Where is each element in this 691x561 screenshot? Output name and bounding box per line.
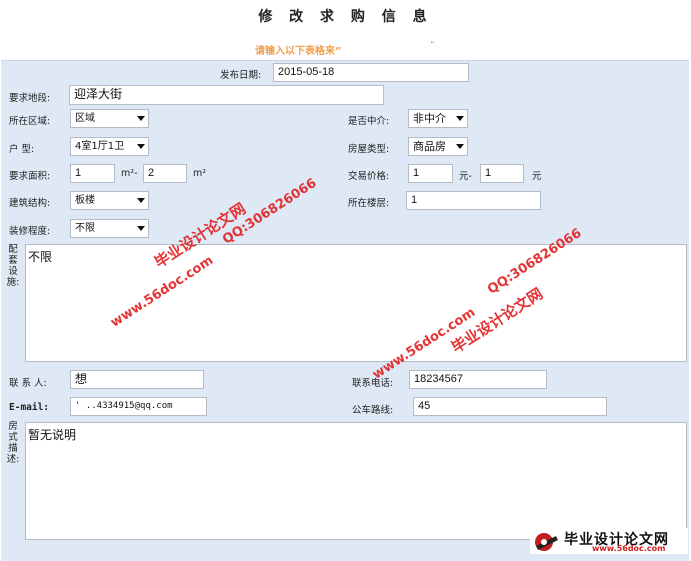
structure-select[interactable]: 板楼 (70, 191, 149, 210)
region-select-value: 区域 (75, 113, 95, 124)
size-unit: m² (193, 168, 207, 179)
contact-input[interactable]: 想 (70, 370, 204, 389)
layout-select-value: 4室1厅1卫 (75, 141, 125, 152)
bus-input[interactable]: 45 (413, 397, 607, 416)
contact-label: 联 系 人: (9, 378, 47, 389)
agency-select[interactable]: 非中介 (408, 109, 468, 128)
chevron-down-icon (456, 116, 464, 121)
chevron-down-icon (137, 116, 145, 121)
size-min-input[interactable]: 1 (70, 164, 115, 183)
logo-icon (535, 533, 558, 551)
bus-label: 公车路线: (352, 405, 394, 416)
layout-select[interactable]: 4室1厅1卫 (70, 137, 149, 156)
area-section-input[interactable]: 迎泽大街 (69, 85, 384, 105)
house-type-label: 房屋类型: (348, 144, 390, 155)
price-max-input[interactable]: 1 (480, 164, 524, 183)
floor-label: 所在楼层: (348, 198, 390, 209)
logo-url: www.56doc.com (592, 544, 666, 553)
description-label: 房式描述: (6, 421, 20, 465)
page-title: 修 改 求 购 信 息 (258, 9, 433, 25)
chevron-down-icon (137, 226, 145, 231)
house-type-select[interactable]: 商品房 (408, 137, 468, 156)
phone-input[interactable]: 18234567 (409, 370, 547, 389)
floor-input[interactable]: 1 (406, 191, 541, 210)
size-label: 要求面积: (9, 171, 51, 182)
publish-date-input[interactable]: 2015-05-18 (273, 63, 469, 82)
size-separator: m²- (121, 168, 138, 179)
price-unit: 元 (532, 171, 542, 182)
layout-label: 户 型: (9, 144, 35, 155)
agency-select-value: 非中介 (413, 112, 446, 125)
decoration-select-value: 不限 (75, 223, 95, 234)
email-label: E-mail: (9, 402, 50, 413)
price-label: 交易价格: (348, 171, 390, 182)
price-min-input[interactable]: 1 (408, 164, 453, 183)
region-label: 所在区域: (9, 116, 51, 127)
publish-date-label: 发布日期: (220, 70, 262, 81)
form-instruction-mark: " (430, 40, 435, 51)
form-instruction: 请输入以下表格来” (255, 46, 342, 57)
facilities-label: 配套设施: (6, 244, 20, 288)
facilities-textarea[interactable]: 不限 (25, 244, 687, 362)
phone-label: 联系电话: (352, 378, 394, 389)
description-textarea[interactable]: 暂无说明 (25, 422, 687, 540)
site-logo: 毕业设计论文网 www.56doc.com (530, 528, 688, 554)
structure-select-value: 板楼 (75, 195, 95, 206)
agency-label: 是否中介: (348, 116, 390, 127)
house-type-select-value: 商品房 (413, 140, 446, 153)
chevron-down-icon (456, 144, 464, 149)
decoration-select[interactable]: 不限 (70, 219, 149, 238)
chevron-down-icon (137, 198, 145, 203)
area-section-label: 要求地段: (9, 93, 51, 104)
size-max-input[interactable]: 2 (143, 164, 187, 183)
region-select[interactable]: 区域 (70, 109, 149, 128)
price-separator: 元- (459, 171, 472, 182)
chevron-down-icon (137, 144, 145, 149)
decoration-label: 装修程度: (9, 226, 51, 237)
structure-label: 建筑结构: (9, 198, 51, 209)
email-input[interactable]: ' ..4334915@qq.com (70, 397, 207, 416)
